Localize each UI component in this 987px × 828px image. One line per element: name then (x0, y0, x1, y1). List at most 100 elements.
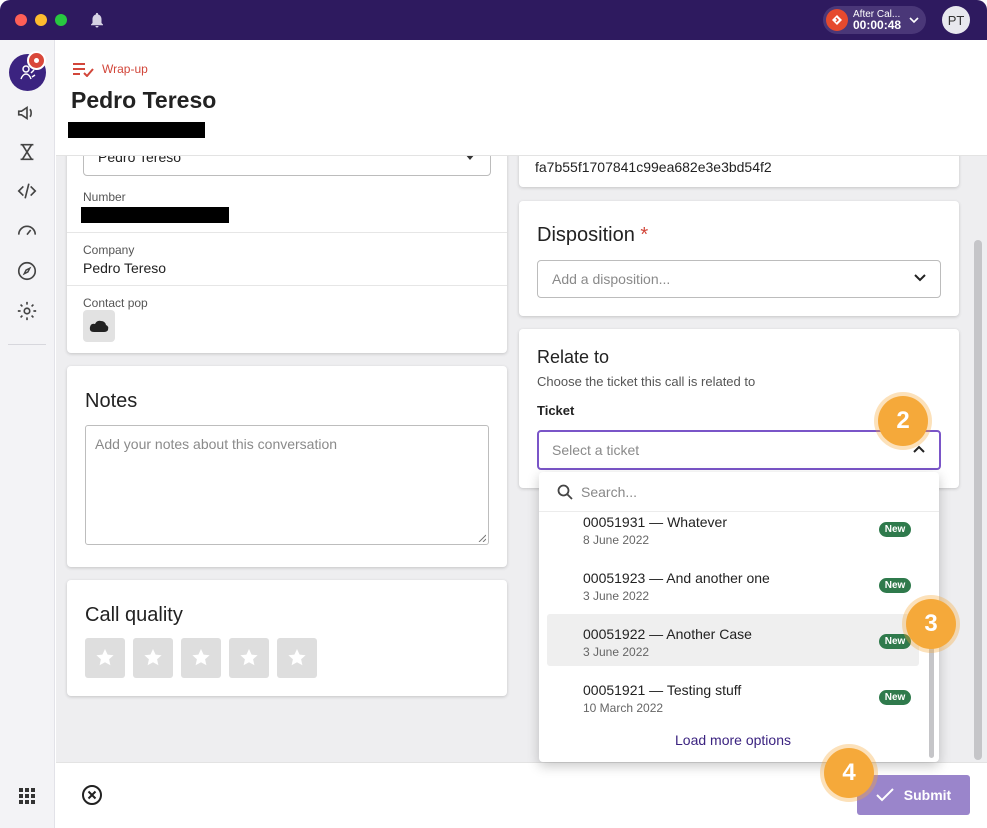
call-quality-card: Call quality (67, 580, 507, 696)
disposition-title: Disposition * (537, 224, 648, 247)
code-icon (17, 183, 37, 199)
star-icon (144, 649, 162, 666)
ticket-option-title: 00051923 — And another one (583, 570, 770, 586)
ticket-option[interactable]: 00051923 — And another one 3 June 2022 N… (547, 558, 919, 610)
rail-divider (8, 344, 46, 345)
ticket-option[interactable]: 00051931 — Whatever 8 June 2022 New (547, 502, 919, 554)
disposition-card: Disposition * Add a disposition... (519, 201, 959, 316)
ticket-label: Ticket (537, 403, 575, 418)
step-marker-4: 4 (824, 748, 874, 798)
redacted-phone (68, 122, 205, 138)
chevron-down-icon (909, 17, 919, 24)
star-rating-1[interactable] (85, 638, 125, 678)
contact-card: Pedro Tereso Number Company Pedro Tereso… (67, 156, 507, 353)
after-call-text: After Cal... 00:00:48 (853, 9, 901, 31)
wrapup-text: Wrap-up (102, 62, 148, 76)
zoom-window-button[interactable] (55, 14, 67, 26)
star-rating-2[interactable] (133, 638, 173, 678)
disposition-select[interactable]: Add a disposition... (537, 260, 941, 298)
caret-down-icon (466, 156, 474, 160)
flow-icon (20, 143, 34, 161)
star-icon (288, 649, 306, 666)
gauge-icon (17, 225, 37, 236)
after-call-status[interactable]: After Cal... 00:00:48 (823, 6, 926, 34)
cloud-icon (89, 320, 109, 332)
checklist-icon (73, 63, 94, 77)
star-icon (192, 649, 210, 666)
call-id-card: fa7b55f1707841c99ea682e3e3bd54f2 (519, 156, 959, 187)
rail-item-dashboard[interactable] (15, 218, 39, 242)
submit-button[interactable]: Submit (857, 775, 970, 815)
status-badge: New (879, 634, 911, 649)
load-more-link[interactable]: Load more options (539, 732, 927, 748)
ticket-option-title: 00051931 — Whatever (583, 514, 727, 530)
search-icon (557, 484, 573, 500)
submit-label: Submit (903, 787, 952, 803)
star-rating-3[interactable] (181, 638, 221, 678)
ticket-option-date: 10 March 2022 (583, 701, 664, 715)
ticket-dropdown: Search... 00051931 — Whatever 8 June 202… (539, 472, 939, 762)
star-icon (96, 649, 114, 666)
ticket-option-date: 3 June 2022 (583, 589, 650, 603)
contact-select[interactable]: Pedro Tereso (83, 156, 491, 176)
after-call-timer: 00:00:48 (853, 18, 902, 32)
minimize-window-button[interactable] (35, 14, 47, 26)
ticket-option-title: 00051922 — Another Case (583, 626, 752, 642)
apps-grid-icon[interactable] (18, 787, 36, 805)
chevron-up-icon (913, 445, 925, 453)
status-badge: New (879, 578, 911, 593)
ticket-option-title: 00051921 — Testing stuff (583, 682, 742, 698)
disposition-placeholder: Add a disposition... (552, 271, 671, 287)
bell-icon[interactable] (88, 11, 106, 29)
compass-icon (17, 261, 37, 281)
close-window-button[interactable] (15, 14, 27, 26)
redacted-number (81, 207, 229, 223)
rail-item-settings[interactable] (15, 299, 39, 323)
call-id-value: fa7b55f1707841c99ea682e3e3bd54f2 (535, 159, 772, 175)
megaphone-icon (17, 105, 32, 121)
number-label: Number (83, 190, 126, 204)
wrapup-header: Wrap-up Pedro Tereso (56, 40, 987, 156)
notes-title: Notes (85, 390, 138, 412)
rail-item-flows[interactable] (15, 140, 39, 164)
star-icon (240, 649, 258, 666)
notes-textarea[interactable]: Add your notes about this conversation (85, 425, 489, 545)
call-status-icon (826, 9, 848, 31)
rail-item-explore[interactable] (15, 259, 39, 283)
ticket-option-highlighted[interactable]: 00051922 — Another Case 3 June 2022 New (547, 614, 919, 666)
avatar[interactable]: PT (942, 6, 970, 34)
status-badge: New (879, 690, 911, 705)
star-rating-5[interactable] (277, 638, 317, 678)
contact-pop-label: Contact pop (83, 296, 148, 310)
close-circle-icon[interactable] (81, 784, 103, 806)
window-titlebar: After Cal... 00:00:48 PT (0, 0, 987, 40)
call-quality-title: Call quality (85, 604, 183, 626)
content-scrollbar[interactable] (974, 240, 982, 760)
divider (67, 232, 507, 233)
relate-title: Relate to (537, 347, 610, 367)
search-placeholder: Search... (581, 483, 638, 500)
ticket-placeholder: Select a ticket (552, 442, 640, 458)
ticket-option[interactable]: 00051921 — Testing stuff 10 March 2022 N… (547, 670, 919, 722)
notes-card: Notes Add your notes about this conversa… (67, 366, 507, 567)
gear-icon (17, 301, 37, 321)
rail-item-campaigns[interactable] (15, 101, 39, 125)
chevron-down-icon (914, 274, 926, 282)
star-rating-4[interactable] (229, 638, 269, 678)
step-marker-3: 3 (906, 599, 956, 649)
ticket-select[interactable]: Select a ticket (537, 430, 941, 470)
rail-item-integrations[interactable] (15, 179, 39, 203)
status-badge: New (879, 522, 911, 537)
ticket-option-date: 3 June 2022 (583, 645, 650, 659)
notification-badge (27, 51, 46, 70)
relate-subtitle: Choose the ticket this call is related t… (537, 374, 756, 389)
divider (67, 285, 507, 286)
company-value: Pedro Tereso (83, 260, 167, 276)
page-title: Pedro Tereso (71, 87, 217, 113)
resize-handle-icon[interactable] (478, 534, 486, 542)
check-icon (876, 788, 894, 802)
ticket-option-date: 8 June 2022 (583, 533, 650, 547)
step-marker-2: 2 (878, 396, 928, 446)
required-mark: * (640, 224, 649, 246)
salesforce-button[interactable] (83, 310, 115, 342)
